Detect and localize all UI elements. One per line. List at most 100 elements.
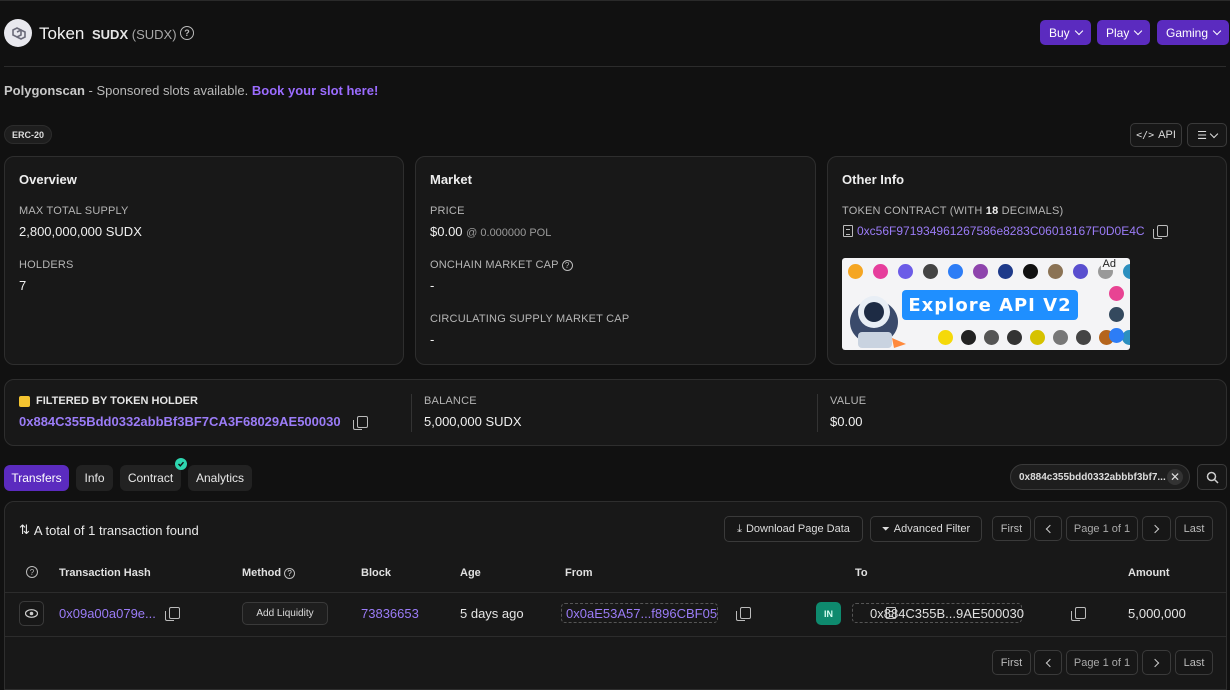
partner-icon	[848, 264, 863, 279]
chevron-down-icon	[1134, 26, 1143, 36]
api-button[interactable]: </> API	[1130, 123, 1182, 147]
divider	[817, 394, 818, 432]
polygon-logo-icon	[4, 19, 32, 47]
chevron-right-icon	[1150, 658, 1160, 667]
copy-icon[interactable]	[352, 415, 368, 430]
pager-first-button[interactable]: First	[992, 516, 1031, 541]
partner-icon	[948, 264, 963, 279]
token-contract-label: TOKEN CONTRACT (WITH 18 DECIMALS)	[842, 205, 1063, 217]
price-label: PRICE	[430, 205, 465, 217]
buy-button[interactable]: Buy	[1040, 20, 1091, 45]
list-options-button[interactable]: ☰	[1187, 123, 1227, 147]
partner-icon	[1007, 330, 1022, 345]
max-supply-value: 2,800,000,000 SUDX	[19, 224, 142, 239]
age-value: 5 days ago	[460, 606, 524, 621]
pager-next-button[interactable]	[1142, 516, 1171, 541]
play-button-label: Play	[1106, 25, 1130, 40]
from-address-link[interactable]: 0x0aE53A57...f896CBF05	[566, 606, 717, 621]
buy-button-label: Buy	[1049, 25, 1070, 40]
token-contract-link[interactable]: 0xc56F971934961267586e8283C06018167F0D0E…	[857, 224, 1145, 238]
chevron-left-icon	[1045, 658, 1054, 667]
pager-next-button-bottom[interactable]	[1142, 650, 1171, 675]
chevron-left-icon	[1045, 524, 1054, 533]
pager-prev-button[interactable]	[1034, 516, 1062, 541]
partner-icon	[1048, 264, 1063, 279]
amount-value: 5,000,000	[1128, 606, 1186, 621]
holders-value: 7	[19, 278, 27, 293]
chevron-down-icon	[1074, 26, 1083, 36]
chevron-down-icon	[1212, 26, 1222, 36]
play-button[interactable]: Play	[1097, 20, 1151, 45]
tab-contract[interactable]: Contract	[120, 465, 181, 491]
partner-icon	[1109, 328, 1124, 343]
erc20-badge: ERC-20	[4, 125, 53, 144]
col-method: Method ?	[242, 567, 296, 579]
holder-address-link[interactable]: 0x884C355Bdd0332abbBf3BF7CA3F68029AE5000…	[19, 414, 341, 429]
advanced-filter-button[interactable]: ⏷ Advanced Filter	[870, 516, 982, 542]
info-icon[interactable]: ?	[284, 567, 296, 579]
ad-banner[interactable]: Ad Explore API V2	[842, 258, 1130, 350]
col-amount[interactable]: Amount	[1128, 567, 1170, 579]
copy-icon[interactable]	[165, 607, 180, 621]
gaming-button[interactable]: Gaming	[1157, 20, 1230, 45]
copy-icon[interactable]	[735, 607, 751, 621]
explore-api-banner[interactable]: Explore API V2	[902, 290, 1078, 320]
holders-label: HOLDERS	[19, 259, 74, 271]
download-icon: ⤓	[737, 522, 742, 535]
pager-first-button-bottom[interactable]: First	[992, 650, 1031, 675]
search-button[interactable]	[1197, 464, 1227, 490]
info-icon[interactable]: ?	[561, 259, 573, 271]
header-divider	[4, 66, 1226, 67]
api-button-label: API	[1158, 129, 1176, 141]
help-icon[interactable]: ?	[26, 566, 38, 578]
tx-hash-link[interactable]: 0x09a00a079e...	[59, 606, 156, 621]
partner-icon	[1109, 307, 1124, 322]
contract-decimals: 18	[985, 205, 999, 217]
tab-transfers[interactable]: Transfers	[4, 465, 69, 491]
book-slot-link[interactable]: Book your slot here!	[252, 83, 378, 98]
code-icon: </>	[1136, 129, 1155, 141]
pager-prev-button-bottom[interactable]	[1034, 650, 1062, 675]
price-usd: $0.00	[430, 224, 463, 239]
partner-icon	[923, 264, 938, 279]
partner-icon	[1073, 264, 1088, 279]
filter-label: FILTERED BY TOKEN HOLDER	[36, 395, 198, 407]
tab-info[interactable]: Info	[76, 465, 113, 491]
download-page-data-button[interactable]: ⤓ Download Page Data	[724, 516, 863, 542]
help-icon[interactable]: ?	[180, 26, 194, 40]
circ-cap-value: -	[430, 332, 435, 347]
pager-last-button[interactable]: Last	[1175, 516, 1213, 541]
col-method-label: Method	[242, 567, 282, 579]
partner-icon	[898, 264, 913, 279]
row-divider	[5, 592, 1226, 593]
onchain-cap-label: ONCHAIN MARKET CAP ?	[430, 259, 573, 271]
token-contract-row: 0xc56F971934961267586e8283C06018167F0D0E…	[843, 224, 1168, 239]
download-label: Download Page Data	[745, 523, 850, 535]
to-address-text: 0x884C355B...9AE500030	[870, 606, 1024, 621]
sponsor-brand: Polygonscan	[4, 83, 85, 98]
circ-cap-label: CIRCULATING SUPPLY MARKET CAP	[430, 313, 630, 325]
view-details-button[interactable]	[19, 601, 44, 626]
gaming-button-label: Gaming	[1166, 25, 1209, 40]
wallet-icon	[19, 395, 30, 407]
price-value: $0.00 @ 0.000000 POL	[430, 224, 551, 239]
direction-in-badge: IN	[816, 602, 841, 625]
other-info-heading: Other Info	[842, 172, 905, 187]
pager-last-button-bottom[interactable]: Last	[1175, 650, 1213, 675]
block-link[interactable]: 73836653	[361, 606, 419, 621]
close-icon[interactable]: ✕	[1167, 469, 1183, 485]
verified-check-icon	[175, 458, 187, 470]
token-symbol: (SUDX)	[131, 27, 177, 42]
partner-icon	[1123, 264, 1130, 279]
eye-icon	[25, 609, 38, 618]
copy-icon[interactable]	[1152, 225, 1168, 239]
copy-icon[interactable]	[1070, 607, 1086, 621]
partner-icon	[984, 330, 999, 345]
filter-label-row: FILTERED BY TOKEN HOLDER	[19, 395, 198, 407]
col-age[interactable]: Age	[460, 567, 481, 579]
tab-analytics[interactable]: Analytics	[188, 465, 252, 491]
sponsor-text: - Sponsored slots available.	[84, 83, 252, 98]
partner-icon	[998, 264, 1013, 279]
market-heading: Market	[430, 172, 472, 187]
filter-address-row: 0x884C355Bdd0332abbBf3BF7CA3F68029AE5000…	[19, 414, 368, 430]
